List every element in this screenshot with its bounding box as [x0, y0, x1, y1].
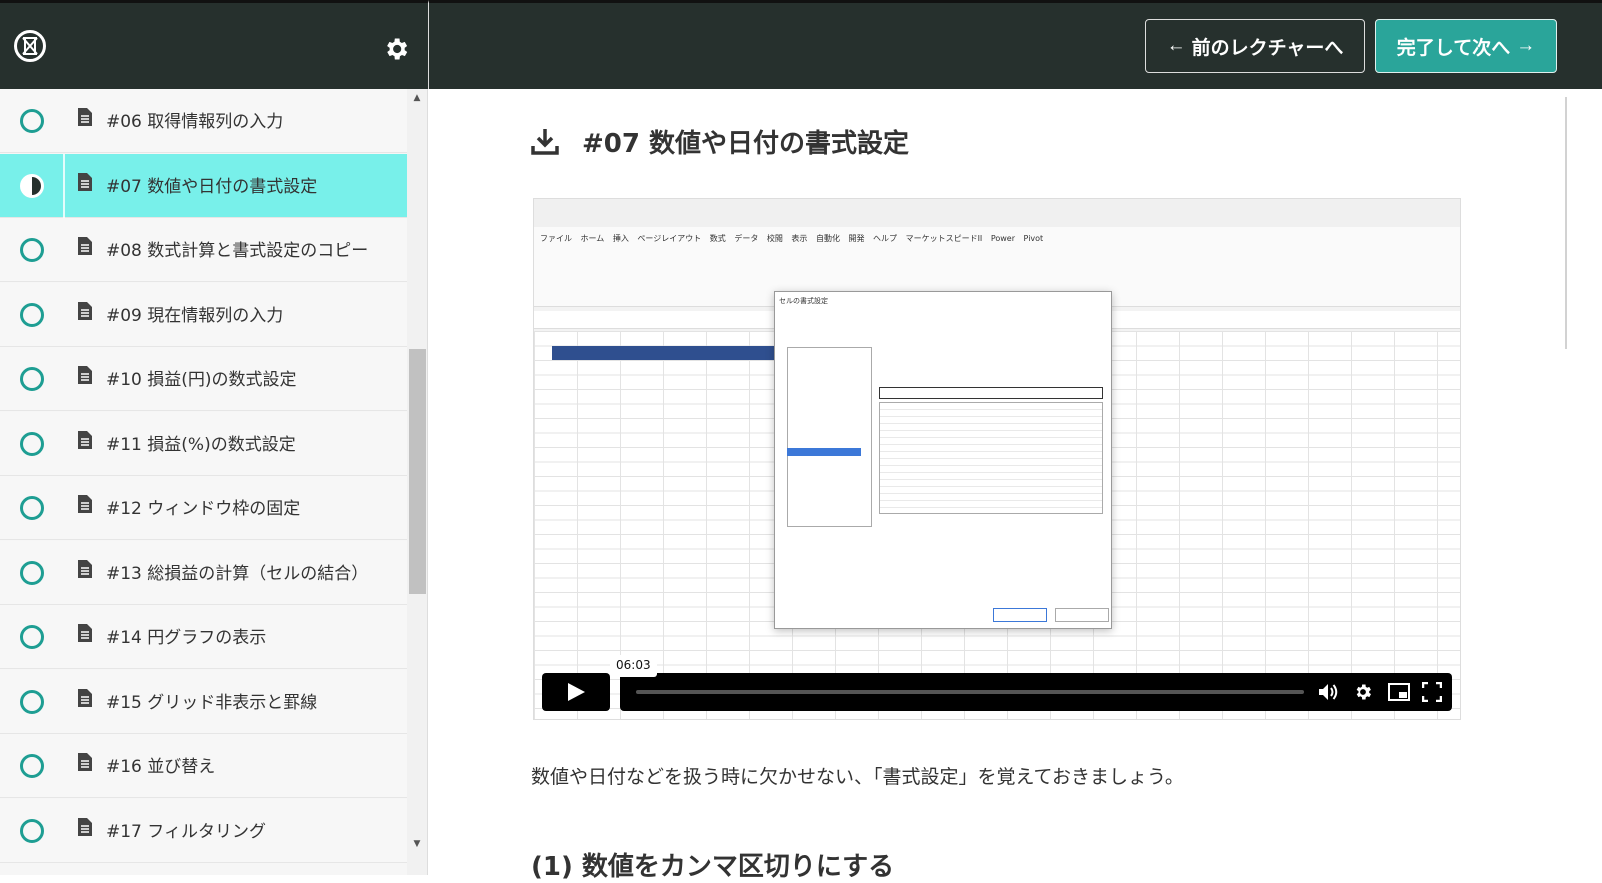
- circle-icon[interactable]: [20, 560, 44, 585]
- dialog-cancel: [1055, 608, 1109, 622]
- excel-menu: ファイル ホーム 挿入 ページレイアウト 数式 データ 校閲 表示 自動化 開発…: [540, 234, 1044, 243]
- circle-icon[interactable]: [20, 625, 44, 649]
- lesson-item[interactable]: #08 数式計算と書式設定のコピー: [0, 218, 407, 282]
- dialog-ok: [993, 608, 1047, 622]
- dialog-format-input: [879, 387, 1103, 399]
- lesson-label: #08 数式計算と書式設定のコピー: [106, 241, 369, 261]
- lesson-item[interactable]: #17 フィルタリング: [0, 798, 407, 863]
- format-cells-dialog: セルの書式設定: [774, 291, 1112, 629]
- document-icon: [78, 624, 92, 642]
- lecture-description: 数値や日付などを扱う時に欠かせない、「書式設定」を覚えておきましょう。: [531, 766, 1184, 788]
- lesson-label: #12 ウィンドウ枠の固定: [106, 499, 301, 519]
- circle-icon[interactable]: [20, 496, 44, 520]
- lesson-label: #17 フィルタリング: [106, 821, 266, 842]
- complete-next-label: 完了して次へ: [1396, 37, 1511, 59]
- complete-next-button[interactable]: 完了して次へ →: [1375, 19, 1557, 73]
- half-circle-icon[interactable]: [20, 173, 44, 198]
- progress-bar[interactable]: [636, 690, 1304, 694]
- row-divider: [63, 153, 65, 218]
- lesson-item[interactable]: #09 現在情報列の入力: [0, 282, 407, 347]
- play-button[interactable]: [542, 673, 610, 711]
- gear-icon[interactable]: [382, 35, 410, 63]
- lesson-item[interactable]: #10 損益(円)の数式設定: [0, 347, 407, 411]
- volume-icon[interactable]: [1318, 682, 1338, 702]
- lesson-label: #10 損益(円)の数式設定: [106, 370, 297, 390]
- video-player[interactable]: ファイル ホーム 挿入 ページレイアウト 数式 データ 校閲 表示 自動化 開発…: [533, 198, 1461, 720]
- document-icon: [78, 172, 92, 191]
- settings-gear-icon[interactable]: [1353, 682, 1373, 702]
- logo-icon[interactable]: [14, 30, 46, 62]
- lesson-item[interactable]: #12 ウィンドウ枠の固定: [0, 476, 407, 540]
- document-icon: [78, 430, 92, 449]
- lesson-item[interactable]: #16 並び替え: [0, 734, 407, 798]
- top-bar: ← 前のレクチャーへ 完了して次へ →: [428, 0, 1602, 89]
- lesson-label: #15 グリッド非表示と罫線: [106, 692, 318, 713]
- excel-titlebar: [534, 199, 1460, 227]
- sidebar-scroll-thumb[interactable]: [409, 349, 426, 594]
- lesson-item[interactable]: #11 損益(%)の数式設定: [0, 411, 407, 476]
- lesson-label: #06 取得情報列の入力: [106, 112, 284, 132]
- scroll-down-icon[interactable]: ▼: [411, 839, 423, 851]
- document-icon: [78, 237, 92, 255]
- document-icon: [78, 817, 92, 836]
- document-icon: [78, 753, 92, 771]
- video-controls: [542, 673, 1452, 711]
- circle-icon[interactable]: [20, 302, 44, 327]
- document-icon: [78, 559, 92, 578]
- control-bar: [620, 673, 1452, 711]
- lesson-label: #14 円グラフの表示: [106, 628, 267, 648]
- lesson-item[interactable]: #06 取得情報列の入力: [0, 89, 407, 153]
- lesson-label: #16 並び替え: [106, 757, 216, 777]
- hover-time-tooltip: 06:03: [610, 655, 657, 677]
- sidebar-header: [0, 0, 428, 89]
- arrow-right-icon: →: [1516, 35, 1536, 56]
- lesson-item[interactable]: #07 数値や日付の書式設定: [0, 153, 407, 218]
- document-icon: [78, 366, 92, 384]
- page-scroll-thumb[interactable]: [1565, 97, 1567, 349]
- circle-icon[interactable]: [20, 238, 44, 262]
- lesson-item[interactable]: #13 総損益の計算（セルの結合）: [0, 540, 407, 605]
- lesson-item[interactable]: #14 円グラフの表示: [0, 605, 407, 669]
- lesson-sidebar: #06 取得情報列の入力 #07 数値や日付の書式設定 #08 数式計算と書式設定の…: [0, 89, 428, 875]
- document-icon: [78, 108, 92, 126]
- lesson-label: #09 現在情報列の入力: [106, 305, 284, 326]
- circle-icon[interactable]: [20, 689, 44, 714]
- page-scrollbar[interactable]: [1568, 89, 1602, 875]
- circle-icon[interactable]: [20, 754, 44, 778]
- sheet-header-row: [552, 346, 777, 360]
- dialog-category-list: [787, 347, 872, 527]
- document-icon: [78, 301, 92, 320]
- circle-icon[interactable]: [20, 431, 44, 456]
- dialog-format-list: [879, 402, 1103, 514]
- circle-icon[interactable]: [20, 818, 44, 843]
- download-icon[interactable]: [530, 126, 560, 156]
- fullscreen-icon[interactable]: [1421, 681, 1443, 703]
- dialog-title: セルの書式設定: [779, 297, 828, 305]
- lesson-label: #13 総損益の計算（セルの結合）: [106, 563, 369, 584]
- picture-in-picture-icon[interactable]: [1388, 682, 1410, 702]
- circle-icon[interactable]: [20, 367, 44, 391]
- play-icon: [568, 683, 585, 701]
- lesson-label: #11 損益(%)の数式設定: [106, 434, 296, 455]
- document-icon: [78, 688, 92, 707]
- prev-lecture-button[interactable]: ← 前のレクチャーへ: [1145, 19, 1365, 73]
- document-icon: [78, 495, 92, 513]
- lesson-label: #07 数値や日付の書式設定: [106, 176, 318, 197]
- circle-icon[interactable]: [20, 109, 44, 133]
- section-heading: (1) 数値をカンマ区切りにする: [531, 852, 895, 882]
- scroll-up-icon[interactable]: ▲: [411, 93, 423, 105]
- dialog-selected-category: [787, 448, 861, 456]
- lesson-item[interactable]: #15 グリッド非表示と罫線: [0, 669, 407, 734]
- lecture-title: #07 数値や日付の書式設定: [582, 129, 910, 159]
- prev-lecture-label: 前のレクチャーへ: [1191, 37, 1344, 59]
- arrow-left-icon: ←: [1166, 35, 1186, 56]
